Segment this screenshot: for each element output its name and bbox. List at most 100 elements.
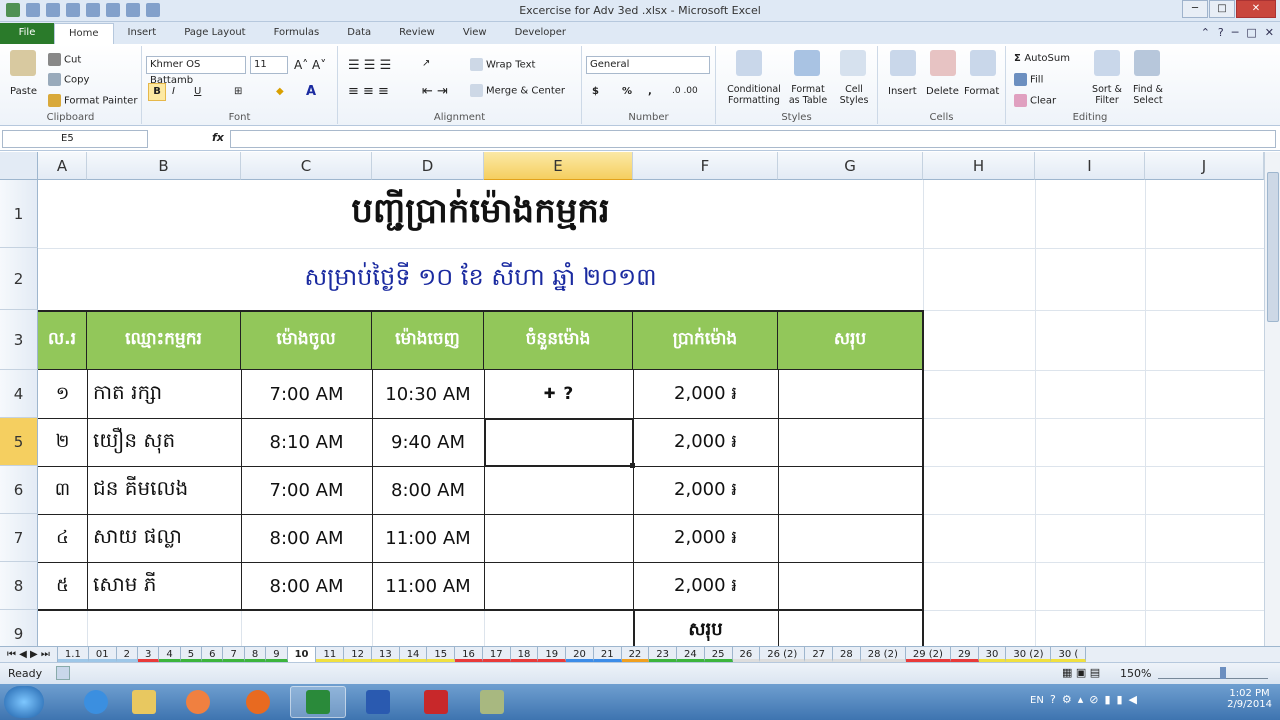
- row-header-4[interactable]: 4: [0, 370, 38, 418]
- cell-styles-button[interactable]: Cell Styles: [834, 84, 874, 106]
- column-header-e[interactable]: E: [484, 152, 633, 180]
- scrollbar-thumb[interactable]: [1267, 172, 1279, 322]
- column-header-g[interactable]: G: [778, 152, 923, 180]
- excel-taskbar-button[interactable]: [290, 686, 346, 718]
- name-box[interactable]: E5: [2, 130, 148, 148]
- cell-time-in[interactable]: 7:00 AM: [241, 370, 372, 418]
- cell-time-out[interactable]: 11:00 AM: [372, 562, 484, 610]
- cut-button[interactable]: Cut: [64, 55, 81, 66]
- sheet-tab[interactable]: 13: [371, 647, 400, 662]
- copy-button[interactable]: Copy: [64, 75, 89, 86]
- sheet-tab[interactable]: 24: [677, 647, 705, 662]
- wrap-text-button[interactable]: Wrap Text: [486, 60, 535, 71]
- row-header-9[interactable]: 9: [0, 610, 38, 646]
- sheet-nav-icons[interactable]: ⏮ ◀ ▶ ⏭: [0, 647, 58, 662]
- vertical-scrollbar[interactable]: [1264, 152, 1280, 646]
- tab-page-layout[interactable]: Page Layout: [170, 23, 259, 44]
- view-buttons[interactable]: ▦ ▣ ▤: [1062, 666, 1122, 680]
- cell-rate[interactable]: 2,000 ៛: [633, 418, 778, 466]
- sheet-tab[interactable]: 10: [287, 647, 317, 662]
- word-taskbar-button[interactable]: [350, 686, 406, 718]
- zoom-level[interactable]: 150%: [1120, 667, 1151, 680]
- active-cell-selection[interactable]: [484, 418, 634, 467]
- sheet-tab[interactable]: 4: [159, 647, 181, 662]
- sheet-tab[interactable]: 6: [202, 647, 224, 662]
- column-header-d[interactable]: D: [372, 152, 484, 180]
- bold-button[interactable]: B: [148, 83, 166, 101]
- fx-button[interactable]: fx: [212, 131, 224, 144]
- cell-hours[interactable]: [484, 514, 633, 562]
- zoom-thumb[interactable]: [1220, 667, 1226, 679]
- formula-input[interactable]: [230, 130, 1276, 148]
- cell-name[interactable]: ជន គីមលេង: [87, 466, 241, 514]
- sheet-tab[interactable]: 16: [455, 647, 483, 662]
- cell-no[interactable]: ២: [38, 418, 87, 466]
- cell-time-out[interactable]: 8:00 AM: [372, 466, 484, 514]
- sheet-tab[interactable]: 28 (2): [860, 647, 906, 662]
- sheet-tab[interactable]: 8: [244, 647, 267, 662]
- sheet-tab[interactable]: 30 (2): [1006, 647, 1052, 662]
- indent-icons[interactable]: ⇤ ⇥: [422, 84, 448, 99]
- sheet-tab[interactable]: 12: [344, 647, 372, 662]
- sheet-tab[interactable]: 18: [510, 647, 539, 662]
- autosum-button[interactable]: AutoSum: [1024, 53, 1070, 64]
- tab-home[interactable]: Home: [54, 23, 114, 44]
- fill-color-icon[interactable]: ◆: [276, 86, 284, 97]
- tray-icons[interactable]: ?⚙▴⊘▮▮◀: [1050, 693, 1143, 706]
- app-taskbar-button[interactable]: [466, 686, 518, 718]
- doc-minimize-icon[interactable]: ─: [1232, 26, 1239, 39]
- orientation-icon[interactable]: ↗: [422, 58, 430, 69]
- sheet-tab[interactable]: 19: [538, 647, 567, 662]
- spreadsheet-grid[interactable]: A B C D E F G H I J 1 2 3 4 5 6 7 8 9 បញ…: [0, 152, 1264, 646]
- underline-button[interactable]: U: [194, 86, 201, 97]
- doc-close-icon[interactable]: ✕: [1265, 26, 1274, 39]
- cell-hours[interactable]: [484, 466, 633, 514]
- cell-hours[interactable]: [484, 562, 633, 610]
- sheet-tab[interactable]: 01: [88, 647, 117, 662]
- sheet-tab[interactable]: 9: [266, 647, 288, 662]
- sheet-tab[interactable]: 25: [704, 647, 733, 662]
- sheet-tab[interactable]: 14: [399, 647, 428, 662]
- format-table-button[interactable]: Format as Table: [786, 84, 830, 106]
- doc-restore-icon[interactable]: □: [1246, 26, 1256, 39]
- cell-time-out[interactable]: 9:40 AM: [372, 418, 484, 466]
- sheet-tab[interactable]: 11: [316, 647, 345, 662]
- cell-no[interactable]: ៣: [38, 466, 87, 514]
- cell-rate[interactable]: 2,000 ៛: [633, 562, 778, 610]
- paste-button[interactable]: Paste: [10, 86, 37, 97]
- sheet-tab[interactable]: 28: [833, 647, 861, 662]
- comma-button[interactable]: ,: [648, 86, 652, 97]
- clock[interactable]: 1:02 PM 2/9/2014: [1227, 688, 1272, 710]
- column-header-f[interactable]: F: [633, 152, 778, 180]
- font-color-icon[interactable]: A: [306, 84, 316, 99]
- row-header-3[interactable]: 3: [0, 310, 38, 370]
- sheet-tab[interactable]: 29: [950, 647, 979, 662]
- cell-no[interactable]: ៥: [38, 562, 87, 610]
- clear-button[interactable]: Clear: [1030, 96, 1056, 107]
- ribbon-minimize-icon[interactable]: ⌃: [1201, 26, 1210, 39]
- align-top-icons[interactable]: ☰ ☰ ☰: [348, 58, 391, 73]
- ie-taskbar-button[interactable]: [70, 686, 122, 718]
- close-button[interactable]: ✕: [1236, 0, 1276, 18]
- macro-record-icon[interactable]: [56, 666, 70, 680]
- currency-button[interactable]: $: [592, 86, 599, 97]
- decimal-icons[interactable]: .0 .00: [672, 86, 698, 96]
- cell-time-in[interactable]: 8:00 AM: [241, 562, 372, 610]
- row-header-7[interactable]: 7: [0, 514, 38, 562]
- acrobat-taskbar-button[interactable]: [410, 686, 462, 718]
- help-icon[interactable]: ?: [1218, 26, 1224, 39]
- select-all-corner[interactable]: [0, 152, 38, 180]
- cell-time-out[interactable]: 11:00 AM: [372, 514, 484, 562]
- maximize-button[interactable]: □: [1209, 0, 1235, 18]
- cell-rate[interactable]: 2,000 ៛: [633, 514, 778, 562]
- cell-rate[interactable]: 2,000 ៛: [633, 466, 778, 514]
- italic-button[interactable]: I: [172, 86, 175, 97]
- cell-time-in[interactable]: 7:00 AM: [241, 466, 372, 514]
- font-name-select[interactable]: Khmer OS Battamb: [146, 56, 246, 86]
- language-indicator[interactable]: EN: [1030, 695, 1044, 706]
- explorer-taskbar-button[interactable]: [118, 686, 170, 718]
- column-header-a[interactable]: A: [38, 152, 87, 180]
- tab-insert[interactable]: Insert: [114, 23, 171, 44]
- sheet-tab[interactable]: 15: [427, 647, 456, 662]
- column-header-h[interactable]: H: [923, 152, 1035, 180]
